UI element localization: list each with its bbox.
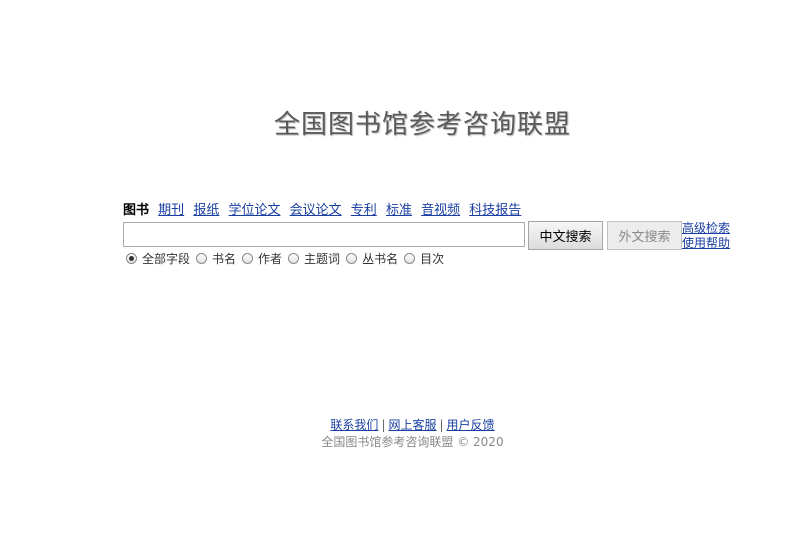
tab-patents[interactable]: 专利 <box>351 203 377 218</box>
tab-standards[interactable]: 标准 <box>386 203 412 218</box>
radio-button[interactable] <box>196 253 208 264</box>
field-option-label: 主题词 <box>304 252 341 266</box>
search-field-options: 全部字段 书名 作者 主题词 丛书名 目次 <box>126 250 450 267</box>
radio-button[interactable] <box>404 253 416 264</box>
field-option-label: 书名 <box>212 252 237 266</box>
radio-button[interactable] <box>288 253 300 264</box>
field-option-label: 全部字段 <box>142 252 191 266</box>
search-page: 全国图书馆参考咨询联盟 图书 期刊 报纸 学位论文 会议论文 专利 标准 音视频… <box>0 0 797 536</box>
radio-button[interactable] <box>346 253 358 264</box>
side-links: 高级检索 使用帮助 <box>682 221 730 251</box>
help-link[interactable]: 使用帮助 <box>682 236 730 251</box>
tab-conference-papers[interactable]: 会议论文 <box>290 203 342 218</box>
chinese-search-button[interactable]: 中文搜索 <box>528 221 603 250</box>
tab-books[interactable]: 图书 <box>123 203 149 218</box>
search-input[interactable] <box>123 222 525 247</box>
advanced-search-link[interactable]: 高级检索 <box>682 221 730 236</box>
tab-dissertations[interactable]: 学位论文 <box>228 203 280 218</box>
field-option-author[interactable]: 作者 <box>242 250 282 267</box>
foreign-search-button[interactable]: 外文搜索 <box>607 221 682 250</box>
separator: | <box>381 418 386 432</box>
field-option-title[interactable]: 书名 <box>196 250 236 267</box>
footer-links: 联系我们 | 网上客服 | 用户反馈 <box>0 417 797 434</box>
radio-button[interactable] <box>242 253 254 264</box>
tab-tech-reports[interactable]: 科技报告 <box>469 203 521 218</box>
site-logo: 全国图书馆参考咨询联盟 <box>274 110 572 140</box>
field-option-subject[interactable]: 主题词 <box>288 250 340 267</box>
separator: | <box>439 418 444 432</box>
field-option-label: 目次 <box>420 252 445 266</box>
field-option-all[interactable]: 全部字段 <box>126 250 190 267</box>
contact-link[interactable]: 联系我们 <box>330 418 378 432</box>
tab-audio-video[interactable]: 音视频 <box>421 203 460 218</box>
category-tabs: 图书 期刊 报纸 学位论文 会议论文 专利 标准 音视频 科技报告 <box>123 199 526 219</box>
footer: 联系我们 | 网上客服 | 用户反馈 全国图书馆参考咨询联盟 © 2020 <box>0 417 797 451</box>
feedback-link[interactable]: 用户反馈 <box>447 418 495 432</box>
tab-journals[interactable]: 期刊 <box>158 203 184 218</box>
field-option-label: 丛书名 <box>362 252 399 266</box>
field-option-label: 作者 <box>258 252 283 266</box>
online-service-link[interactable]: 网上客服 <box>388 418 436 432</box>
tab-newspapers[interactable]: 报纸 <box>193 203 219 218</box>
radio-button[interactable] <box>126 253 137 264</box>
copyright-text: 全国图书馆参考咨询联盟 © 2020 <box>321 435 504 449</box>
field-option-toc[interactable]: 目次 <box>404 250 444 267</box>
field-option-series[interactable]: 丛书名 <box>346 250 398 267</box>
